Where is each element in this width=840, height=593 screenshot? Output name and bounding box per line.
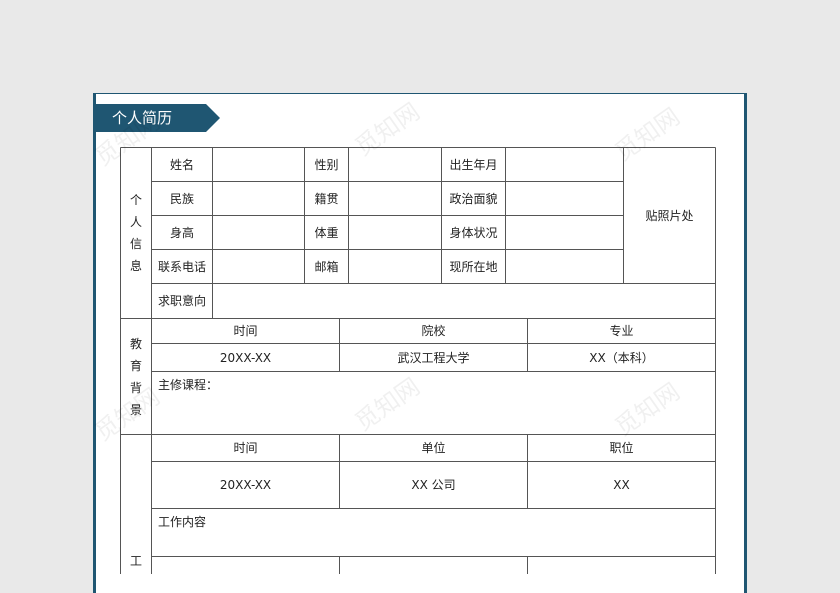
work-content-field[interactable]: 工作内容: [152, 509, 715, 556]
section-label-char: 人: [129, 215, 142, 229]
edu-header-time: 时间: [233, 324, 258, 338]
section-label-char: 教: [129, 336, 142, 351]
height-value[interactable]: [213, 216, 304, 249]
ethnicity-label: 民族: [169, 191, 194, 206]
education-section-label: 教育背景: [121, 319, 151, 434]
weight-value[interactable]: [349, 216, 441, 249]
section-label-char: 工: [129, 554, 142, 568]
work-header-position: 职位: [609, 441, 634, 455]
work-position-value[interactable]: XX: [528, 462, 715, 508]
email-label: 邮箱: [314, 259, 339, 274]
section-label-char: 息: [129, 259, 142, 273]
work-header-company: 单位: [421, 441, 446, 455]
phone-label: 联系电话: [157, 259, 206, 274]
health-label: 身体状况: [449, 225, 498, 240]
section-label-char: 景: [129, 402, 142, 417]
edu-time-value[interactable]: 20XX-XX: [152, 344, 339, 371]
section-label-char: 育: [129, 358, 142, 373]
birth-value[interactable]: [506, 148, 623, 181]
edu-header-major: 专业: [609, 324, 634, 338]
phone-value[interactable]: [213, 250, 304, 283]
edu-school-value[interactable]: 武汉工程大学: [340, 344, 527, 371]
personal-section-label: 个人信息: [121, 148, 151, 318]
gender-label: 性别: [314, 157, 339, 172]
political-status-label: 政治面貌: [449, 191, 498, 206]
section-label-char: 背: [129, 380, 142, 395]
name-label: 姓名: [169, 157, 194, 172]
courses-field[interactable]: 主修课程：: [152, 372, 715, 434]
edu-major-value[interactable]: XX（本科）: [528, 344, 715, 371]
health-value[interactable]: [506, 216, 623, 249]
objective-value[interactable]: [213, 284, 715, 318]
work-company-value[interactable]: XX 公司: [340, 462, 527, 508]
weight-label: 体重: [314, 225, 339, 240]
hometown-value[interactable]: [349, 182, 441, 215]
gender-value[interactable]: [349, 148, 441, 181]
work-section-label: 工: [121, 435, 151, 574]
political-status-value[interactable]: [506, 182, 623, 215]
ethnicity-value[interactable]: [213, 182, 304, 215]
objective-label: 求职意向: [157, 294, 206, 308]
edu-header-school: 院校: [421, 324, 446, 338]
location-label: 现所在地: [449, 259, 498, 274]
email-value[interactable]: [349, 250, 441, 283]
photo-placeholder[interactable]: 贴照片处: [624, 148, 715, 283]
name-value[interactable]: [213, 148, 304, 181]
birth-label: 出生年月: [449, 157, 498, 172]
section-label-char: 信: [129, 237, 142, 251]
work-header-time: 时间: [233, 441, 258, 455]
hometown-label: 籍贯: [314, 191, 339, 206]
work-time-value[interactable]: 20XX-XX: [152, 462, 339, 508]
height-label: 身高: [169, 225, 194, 240]
location-value[interactable]: [506, 250, 623, 283]
section-label-char: 个: [129, 193, 142, 207]
